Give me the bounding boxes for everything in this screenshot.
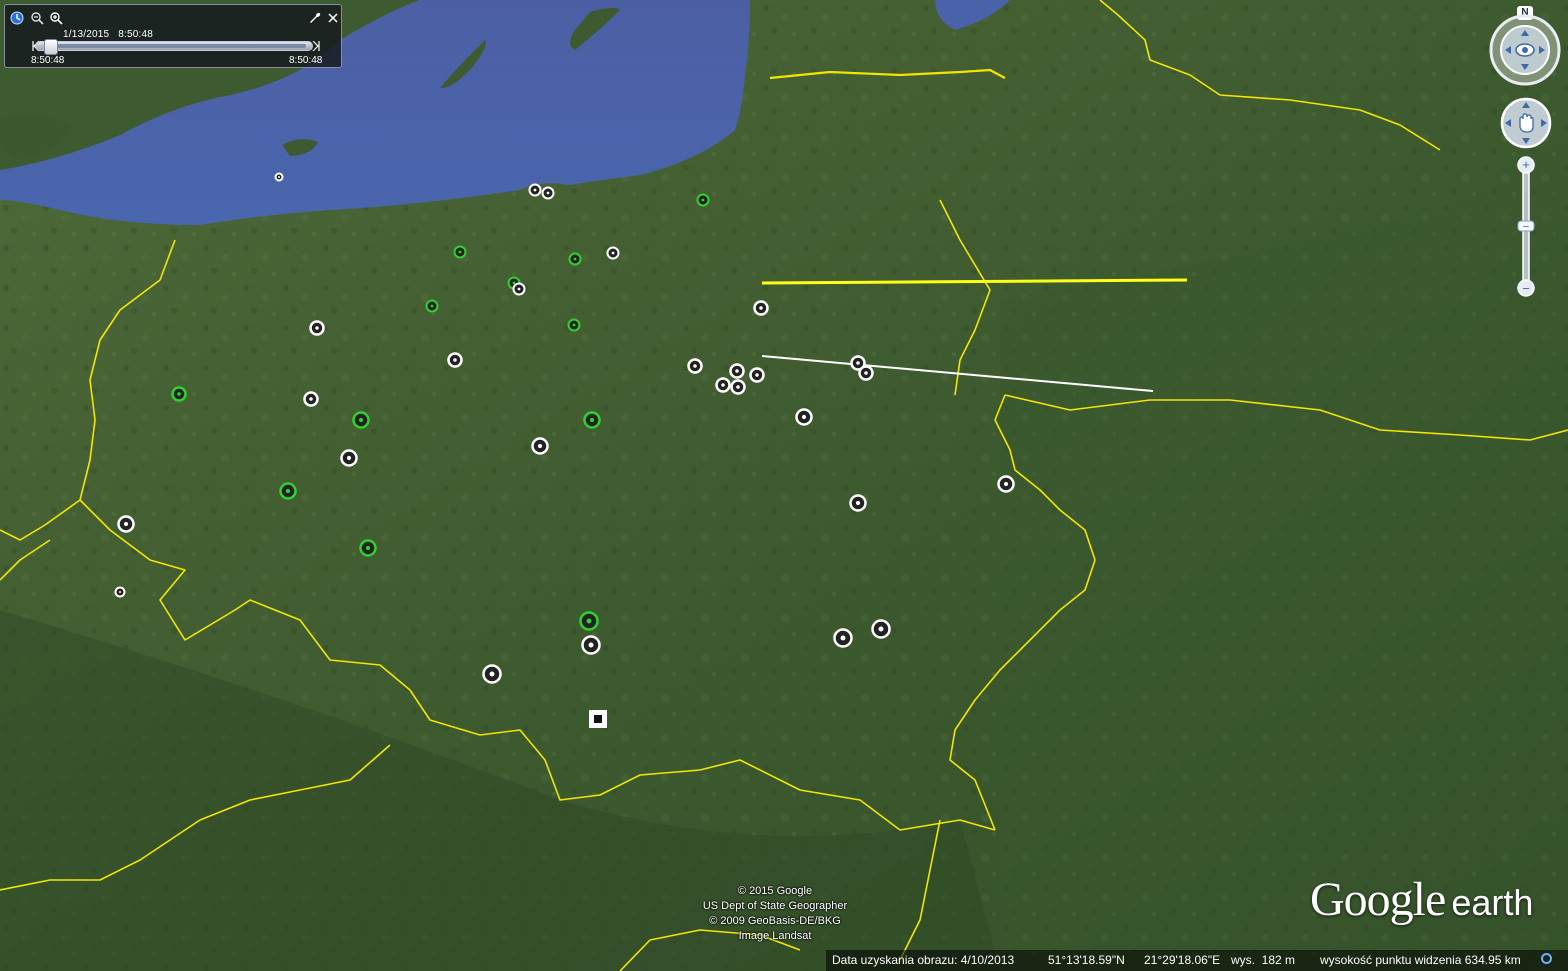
green-place-marker[interactable]	[171, 386, 187, 402]
end-time: 8:50:48	[289, 55, 323, 66]
time-range	[50, 44, 306, 48]
zoom-in-button: +	[1522, 157, 1530, 172]
white-place-marker[interactable]	[581, 635, 601, 655]
wrench-icon[interactable]	[307, 10, 323, 26]
zoom-in-icon[interactable]	[48, 10, 64, 26]
copyright-state-dept: US Dept of State Geographer	[702, 900, 848, 912]
latitude: 51°13'18.59"N	[1048, 953, 1125, 967]
white-place-marker[interactable]	[274, 172, 284, 182]
start-time: 8:50:48	[31, 55, 65, 66]
green-place-marker[interactable]	[696, 193, 710, 207]
time-slider-thumb[interactable]	[44, 39, 58, 55]
longitude: 21°29'18.06"E	[1144, 953, 1221, 967]
green-place-marker[interactable]	[567, 318, 581, 332]
close-icon[interactable]	[325, 10, 341, 26]
eastern-lowlands	[1000, 180, 1568, 971]
white-place-marker[interactable]	[849, 494, 867, 512]
current-date: 1/13/2015 8:50:48	[63, 29, 153, 40]
zoom-out-button: −	[1522, 281, 1530, 296]
attribution: © 2015 Google US Dept of State Geographe…	[650, 884, 900, 944]
zoom-slider[interactable]: + − −	[1517, 155, 1535, 301]
white-place-marker[interactable]	[753, 300, 769, 316]
white-place-marker[interactable]	[482, 664, 502, 684]
green-place-marker[interactable]	[568, 252, 582, 266]
green-place-marker[interactable]	[579, 611, 599, 631]
square-place-marker[interactable]	[589, 710, 607, 728]
image-date: Data uzyskania obrazu: 4/10/2013	[832, 953, 1015, 967]
white-place-marker[interactable]	[715, 377, 731, 393]
logo-earth: earth	[1451, 882, 1534, 923]
white-place-marker[interactable]	[749, 367, 765, 383]
google-earth-logo: Google earth	[1310, 872, 1533, 927]
white-place-marker[interactable]	[541, 186, 555, 200]
hand-icon	[1519, 113, 1534, 133]
white-place-marker[interactable]	[117, 515, 135, 533]
logo-google: Google	[1310, 873, 1446, 926]
status-bar: Data uzyskania obrazu: 4/10/2013 51°13'1…	[826, 950, 1568, 971]
copyright-google: © 2015 Google	[737, 885, 813, 897]
zoom-slider-thumb: −	[1523, 221, 1529, 233]
copyright-geobasis: © 2009 GeoBasis-DE/BKG	[709, 915, 841, 927]
white-place-marker[interactable]	[687, 358, 703, 374]
green-place-marker[interactable]	[352, 411, 370, 429]
white-place-marker[interactable]	[531, 437, 549, 455]
white-place-marker[interactable]	[858, 365, 874, 381]
green-place-marker[interactable]	[453, 245, 467, 259]
white-place-marker[interactable]	[606, 246, 620, 260]
white-place-marker[interactable]	[833, 628, 853, 648]
time-slider-panel: 1/13/2015 8:50:48 8:50:48 8:50:48	[4, 4, 342, 68]
copyright-landsat: Image Landsat	[738, 930, 812, 942]
white-place-marker[interactable]	[730, 379, 746, 395]
eye-icon	[1515, 43, 1535, 57]
elevation: wys. 182 m	[1231, 953, 1296, 967]
green-place-marker[interactable]	[279, 482, 297, 500]
zoom-out-icon[interactable]	[29, 10, 45, 26]
white-place-marker[interactable]	[871, 619, 891, 639]
white-place-marker[interactable]	[309, 320, 325, 336]
time-slider-track[interactable]	[35, 39, 313, 55]
eye-altitude: wysokość punktu widzenia 634.95 km	[1320, 953, 1521, 967]
clock-icon[interactable]	[9, 10, 25, 26]
white-place-marker[interactable]	[512, 282, 526, 296]
white-place-marker[interactable]	[729, 363, 745, 379]
white-place-marker[interactable]	[114, 586, 126, 598]
green-place-marker[interactable]	[359, 539, 377, 557]
white-place-marker[interactable]	[447, 352, 463, 368]
green-place-marker[interactable]	[425, 299, 439, 313]
white-place-marker[interactable]	[997, 475, 1015, 493]
white-place-marker[interactable]	[528, 183, 542, 197]
move-control[interactable]	[1500, 97, 1552, 149]
white-place-marker[interactable]	[340, 449, 358, 467]
white-place-marker[interactable]	[303, 391, 319, 407]
green-place-marker[interactable]	[583, 411, 601, 429]
white-place-marker[interactable]	[795, 408, 813, 426]
look-control[interactable]	[1489, 14, 1561, 86]
satellite-map[interactable]	[0, 0, 1568, 971]
streaming-indicator-icon	[1541, 953, 1552, 964]
step-forward-icon[interactable]	[311, 40, 321, 52]
